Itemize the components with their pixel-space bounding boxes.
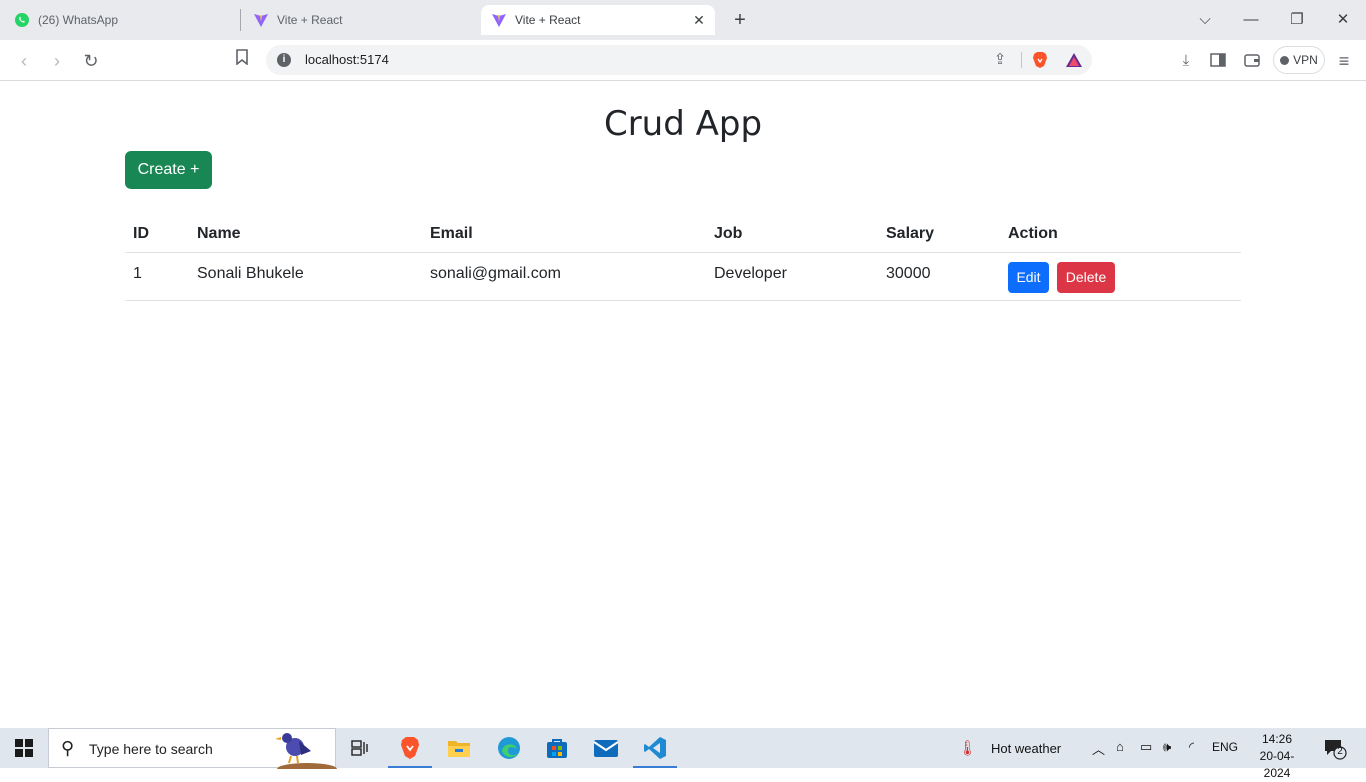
language-indicator[interactable]: ENG [1212, 740, 1238, 754]
mail-icon[interactable] [582, 728, 630, 768]
tab-search-chevron-icon[interactable]: ⌵ [1193, 8, 1217, 32]
brave-browser-taskbar-icon[interactable] [386, 728, 434, 768]
battery-icon[interactable]: ▭ [1140, 739, 1152, 755]
tab-vite-react-active[interactable]: Vite + React ✕ [481, 5, 715, 35]
task-view-icon[interactable] [336, 728, 384, 768]
vite-icon [491, 12, 507, 28]
thermometer-icon: 🌡 [958, 740, 978, 757]
header-job: Job [714, 225, 743, 242]
weather-widget[interactable]: 🌡 Hot weather [958, 739, 1061, 757]
table-row: 1 Sonali Bhukele sonali@gmail.com Develo… [125, 253, 1241, 301]
edge-browser-icon[interactable] [485, 728, 533, 768]
search-highlight-bird-icon [271, 729, 337, 775]
tab-vite-react[interactable]: Vite + React [253, 5, 475, 35]
divider [1021, 52, 1022, 68]
cell-email: sonali@gmail.com [430, 265, 561, 282]
header-name: Name [197, 225, 241, 242]
brave-shields-icon[interactable] [1031, 51, 1049, 69]
vscode-icon[interactable] [631, 728, 679, 768]
site-info-icon[interactable]: i [277, 53, 291, 67]
tab-divider [240, 9, 241, 31]
cell-id: 1 [133, 265, 142, 282]
cell-salary: 30000 [886, 265, 931, 282]
clock-time: 14:26 [1261, 732, 1293, 746]
wallet-icon[interactable] [1240, 49, 1264, 73]
address-bar[interactable]: i localhost:5174 ⇪ [266, 45, 1092, 75]
edit-button[interactable]: Edit [1008, 262, 1049, 293]
vpn-status-icon [1280, 55, 1290, 65]
windows-taskbar: ⚲ Type here to search 🌡 Hot weather ︿ ⌂ … [0, 728, 1366, 780]
header-id: ID [133, 225, 149, 242]
meet-now-icon[interactable]: ⌂ [1116, 739, 1124, 754]
tab-title: Vite + React [515, 13, 581, 27]
restore-button[interactable]: ❐ [1285, 8, 1309, 32]
tab-whatsapp[interactable]: (26) WhatsApp [14, 5, 236, 35]
brave-rewards-icon[interactable] [1065, 51, 1083, 69]
url-text[interactable]: localhost:5174 [305, 52, 389, 67]
header-salary: Salary [886, 225, 935, 242]
share-icon[interactable]: ⇪ [990, 50, 1010, 70]
browser-tab-strip: (26) WhatsApp Vite + React Vite + React … [0, 0, 1366, 40]
minimize-button[interactable]: — [1239, 8, 1263, 32]
tab-title: (26) WhatsApp [38, 13, 119, 27]
header-email: Email [430, 225, 473, 242]
bookmark-icon[interactable] [230, 49, 254, 73]
menu-icon[interactable]: ≡ [1332, 49, 1356, 73]
sidebar-icon[interactable] [1206, 49, 1230, 73]
weather-text: Hot weather [991, 740, 1062, 756]
back-icon[interactable]: ‹ [12, 49, 36, 73]
tab-title: Vite + React [277, 13, 343, 27]
page-title: Crud App [603, 104, 763, 144]
notification-center-icon[interactable]: 2 [1323, 738, 1349, 760]
table-header-row: ID Name Email Job Salary Action [125, 217, 1241, 253]
delete-button[interactable]: Delete [1057, 262, 1115, 293]
cell-job: Developer [714, 265, 787, 282]
users-table: ID Name Email Job Salary Action 1 Sonali… [125, 217, 1241, 301]
header-action: Action [1008, 225, 1058, 242]
whatsapp-icon [14, 12, 30, 28]
page-content: Crud App Create + ID Name Email Job Sala… [0, 81, 1366, 728]
create-button[interactable]: Create + [125, 151, 212, 189]
clock-date: 20-04-2024 [1259, 749, 1295, 780]
close-icon[interactable]: ✕ [691, 12, 707, 28]
wifi-icon[interactable]: ◜ [1189, 739, 1194, 755]
search-icon: ⚲ [61, 738, 75, 758]
new-tab-button[interactable]: + [730, 8, 750, 32]
reload-icon[interactable]: ↻ [79, 49, 103, 73]
windows-start-icon[interactable] [15, 739, 33, 757]
close-window-button[interactable]: ✕ [1331, 8, 1355, 32]
clock[interactable]: 14:26 20-04-2024 [1249, 731, 1305, 782]
vpn-button[interactable]: VPN [1273, 46, 1325, 74]
cell-name: Sonali Bhukele [197, 265, 304, 282]
forward-icon[interactable]: › [45, 49, 69, 73]
download-icon[interactable]: ⤓ [1174, 49, 1198, 73]
vite-icon [253, 12, 269, 28]
chevron-up-icon[interactable]: ︿ [1092, 739, 1105, 758]
file-explorer-icon[interactable] [435, 728, 483, 768]
volume-icon[interactable]: 🕪 [1163, 739, 1171, 755]
taskbar-search-box[interactable]: ⚲ Type here to search [48, 728, 337, 775]
search-placeholder: Type here to search [89, 741, 213, 757]
microsoft-store-icon[interactable] [533, 728, 581, 768]
browser-toolbar: ‹ › ↻ i localhost:5174 ⇪ ⤓ VPN ≡ [0, 40, 1366, 81]
vpn-label: VPN [1293, 53, 1318, 67]
notification-count: 2 [1337, 746, 1343, 757]
